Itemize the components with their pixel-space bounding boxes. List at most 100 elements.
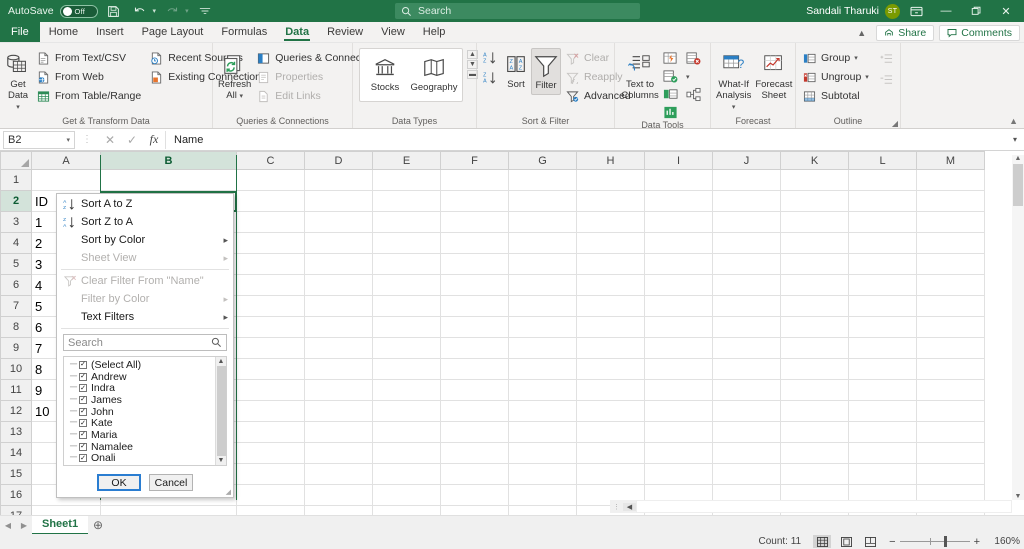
- cell-f12[interactable]: [441, 401, 509, 422]
- cell-d2[interactable]: [305, 191, 373, 212]
- cell-c3[interactable]: [237, 212, 305, 233]
- cell-j6[interactable]: [713, 275, 781, 296]
- cell-j12[interactable]: [713, 401, 781, 422]
- restore-button[interactable]: [962, 0, 990, 22]
- formula-input[interactable]: Name: [165, 131, 1006, 149]
- ribbon-collapse-chevron-icon[interactable]: ▲: [1009, 116, 1018, 126]
- search-box[interactable]: Search: [395, 3, 640, 19]
- cell-h8[interactable]: [577, 317, 645, 338]
- cell-l12[interactable]: [849, 401, 917, 422]
- zoom-slider-track[interactable]: [900, 541, 970, 542]
- data-validation-icon[interactable]: [663, 69, 678, 84]
- cell-h3[interactable]: [577, 212, 645, 233]
- cell-g9[interactable]: [509, 338, 577, 359]
- list-item[interactable]: ─ ✓ Maria: [64, 429, 215, 441]
- cell-f5[interactable]: [441, 254, 509, 275]
- cell-j8[interactable]: [713, 317, 781, 338]
- page-break-preview-button[interactable]: [861, 535, 879, 548]
- list-item[interactable]: ─ ✓ Indra: [64, 382, 215, 394]
- ungroup-button[interactable]: Ungroup ▾: [800, 68, 873, 86]
- cell-f7[interactable]: [441, 296, 509, 317]
- list-item[interactable]: ─ ✓ Sunil: [64, 464, 215, 465]
- column-header-m[interactable]: M: [917, 152, 985, 170]
- cell-e1[interactable]: [373, 170, 441, 191]
- cell-k2[interactable]: [781, 191, 849, 212]
- list-item[interactable]: ─ ✓ Kate: [64, 417, 215, 429]
- cell-m8[interactable]: [917, 317, 985, 338]
- column-header-g[interactable]: G: [509, 152, 577, 170]
- group-caret-icon[interactable]: ▾: [854, 54, 858, 62]
- cell-j14[interactable]: [713, 443, 781, 464]
- autosave-toggle[interactable]: Off: [60, 5, 98, 18]
- column-header-b[interactable]: B: [101, 152, 237, 170]
- scrollbar-thumb[interactable]: [217, 366, 226, 456]
- scroll-down-icon[interactable]: ▼: [1015, 493, 1022, 500]
- cell-l8[interactable]: [849, 317, 917, 338]
- name-box[interactable]: B2 ▾: [3, 131, 75, 149]
- filter-checkbox[interactable]: ✓: [79, 408, 87, 416]
- cell-d16[interactable]: [305, 485, 373, 506]
- cell-k15[interactable]: [781, 464, 849, 485]
- previous-sheet-icon[interactable]: ◀: [0, 521, 16, 530]
- share-button[interactable]: Share: [876, 25, 934, 41]
- cell-m1[interactable]: [917, 170, 985, 191]
- cell-g3[interactable]: [509, 212, 577, 233]
- sort-button[interactable]: ZAAZ Sort: [503, 48, 529, 93]
- vertical-scrollbar-thumb[interactable]: [1013, 164, 1023, 206]
- ribbon-tab-view[interactable]: View: [372, 22, 414, 42]
- cell-f16[interactable]: [441, 485, 509, 506]
- ok-button[interactable]: OK: [97, 474, 141, 491]
- cell-m14[interactable]: [917, 443, 985, 464]
- zoom-out-button[interactable]: −: [885, 536, 899, 548]
- cell-h4[interactable]: [577, 233, 645, 254]
- cell-c6[interactable]: [237, 275, 305, 296]
- cell-c8[interactable]: [237, 317, 305, 338]
- list-item[interactable]: ─ ✓ James: [64, 394, 215, 406]
- text-to-columns-button[interactable]: Text to Columns: [619, 48, 661, 104]
- column-header-e[interactable]: E: [373, 152, 441, 170]
- scroll-up-icon[interactable]: ▲: [1015, 155, 1022, 162]
- list-item[interactable]: ─ ✓ Namalee: [64, 441, 215, 453]
- cell-l15[interactable]: [849, 464, 917, 485]
- cell-d10[interactable]: [305, 359, 373, 380]
- cell-d9[interactable]: [305, 338, 373, 359]
- scroll-down-icon[interactable]: ▼: [218, 457, 225, 464]
- cell-m4[interactable]: [917, 233, 985, 254]
- cell-m10[interactable]: [917, 359, 985, 380]
- cell-k7[interactable]: [781, 296, 849, 317]
- avatar[interactable]: ST: [885, 4, 900, 19]
- cell-g14[interactable]: [509, 443, 577, 464]
- list-item[interactable]: ─ ✓ Andrew: [64, 371, 215, 383]
- cell-h9[interactable]: [577, 338, 645, 359]
- filter-menu-text-filters[interactable]: Text Filters ▸: [57, 308, 233, 326]
- expand-formula-bar-icon[interactable]: ▾: [1006, 135, 1024, 144]
- cell-m7[interactable]: [917, 296, 985, 317]
- cell-m2[interactable]: [917, 191, 985, 212]
- cell-g2[interactable]: [509, 191, 577, 212]
- cell-i3[interactable]: [645, 212, 713, 233]
- minimize-button[interactable]: —: [932, 0, 960, 22]
- stocks-button[interactable]: Stocks: [362, 51, 408, 96]
- ribbon-tab-file[interactable]: File: [0, 22, 40, 42]
- cell-f10[interactable]: [441, 359, 509, 380]
- cell-e5[interactable]: [373, 254, 441, 275]
- add-sheet-button[interactable]: ⊕: [88, 518, 108, 532]
- cell-e10[interactable]: [373, 359, 441, 380]
- zoom-level-value[interactable]: 160%: [990, 536, 1020, 547]
- cell-d13[interactable]: [305, 422, 373, 443]
- row-header-8[interactable]: 8: [1, 317, 32, 338]
- zoom-in-button[interactable]: +: [970, 536, 984, 548]
- cell-h6[interactable]: [577, 275, 645, 296]
- cell-k11[interactable]: [781, 380, 849, 401]
- column-header-h[interactable]: H: [577, 152, 645, 170]
- cell-e13[interactable]: [373, 422, 441, 443]
- cell-k1[interactable]: [781, 170, 849, 191]
- cell-a1[interactable]: [32, 170, 101, 191]
- undo-dropdown-caret[interactable]: ▾: [153, 7, 157, 15]
- cell-i8[interactable]: [645, 317, 713, 338]
- cell-l3[interactable]: [849, 212, 917, 233]
- filter-list-scrollbar[interactable]: ▲ ▼: [215, 357, 226, 465]
- row-header-12[interactable]: 12: [1, 401, 32, 422]
- filter-menu-sort-by-color[interactable]: Sort by Color ▸: [57, 231, 233, 249]
- cell-f3[interactable]: [441, 212, 509, 233]
